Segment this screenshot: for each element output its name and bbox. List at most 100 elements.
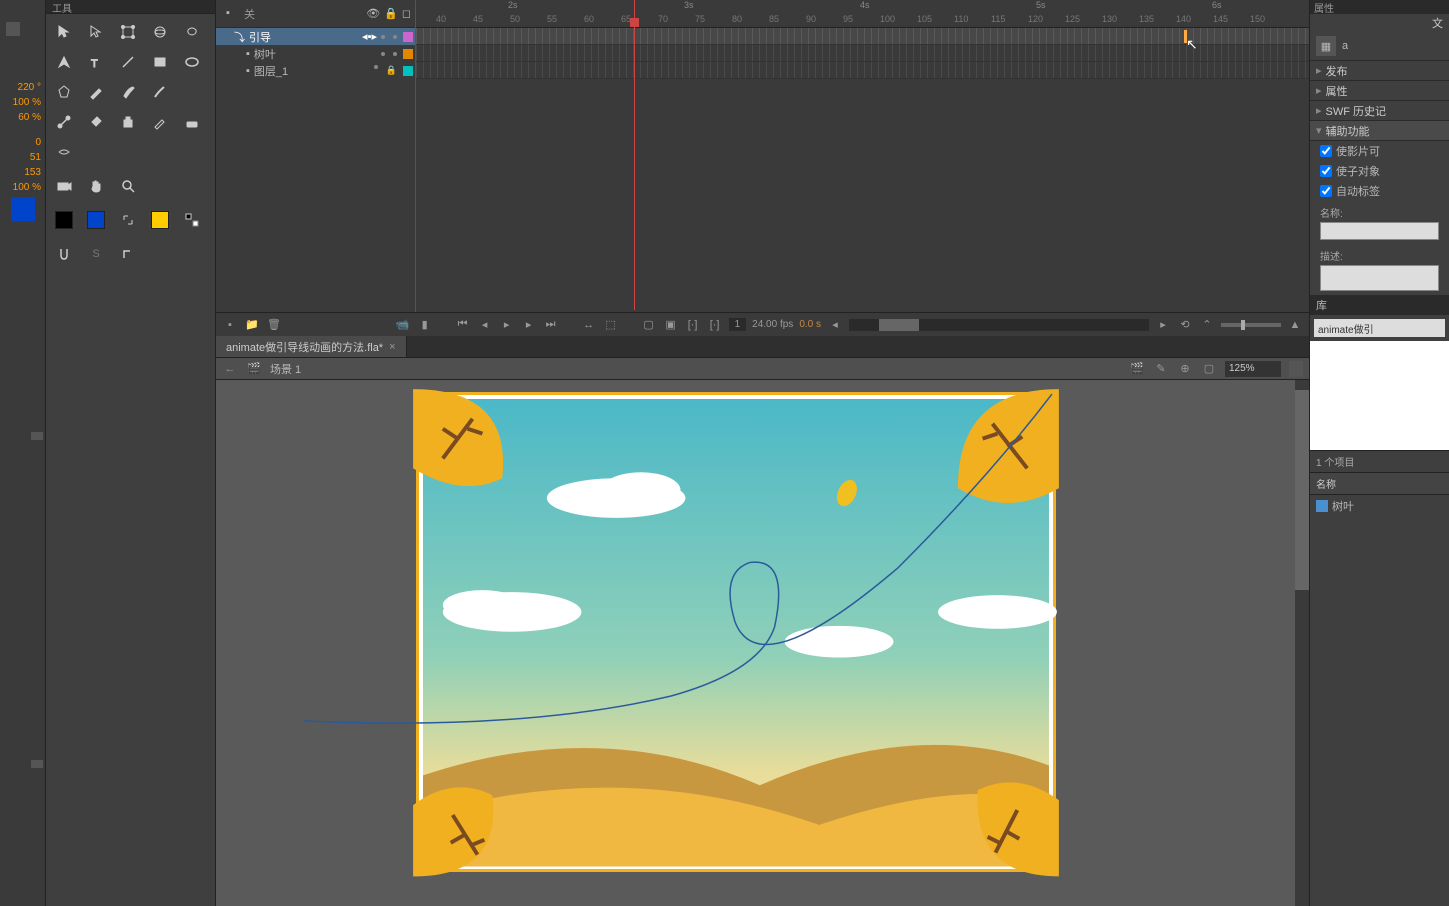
delete-layer-button[interactable]: 🗑 — [266, 317, 282, 333]
first-frame-button[interactable]: ⏮ — [455, 317, 471, 333]
close-tab-button[interactable]: × — [389, 341, 395, 353]
default-colors[interactable] — [148, 208, 172, 232]
bright-value[interactable]: 60 % — [0, 110, 45, 125]
zoom-timeline-icon[interactable]: ▲ — [1287, 317, 1303, 333]
lock-icon[interactable]: 🔒 — [384, 7, 398, 20]
scroll-left-button[interactable]: ◂ — [827, 317, 843, 333]
layer-arrows-icon[interactable]: ◂▪▸ — [362, 30, 377, 43]
bone-tool[interactable] — [52, 110, 76, 134]
frame-row[interactable] — [416, 45, 1309, 62]
loop-button[interactable]: ↔ — [581, 317, 597, 333]
selection-tool[interactable] — [52, 20, 76, 44]
accordion-publish[interactable]: ▸发布 — [1310, 61, 1449, 81]
paint-bucket-tool[interactable] — [84, 110, 108, 134]
snap-tool[interactable] — [52, 242, 76, 266]
edit-symbol-button[interactable]: ✎ — [1153, 361, 1169, 377]
b-value[interactable]: 153 — [0, 165, 45, 180]
modify-markers-button[interactable]: [·] — [707, 317, 723, 333]
center-stage-button[interactable]: ⊕ — [1177, 361, 1193, 377]
paint-brush-tool[interactable] — [148, 80, 172, 104]
frame-row[interactable] — [416, 62, 1309, 79]
library-tab[interactable]: 库 — [1310, 295, 1449, 315]
clip-content-button[interactable]: ▢ — [1201, 361, 1217, 377]
stroke-color[interactable] — [52, 208, 76, 232]
loop-playback-icon[interactable]: ⟲ — [1177, 317, 1193, 333]
r-value[interactable]: 0 — [0, 135, 45, 150]
zoom-fit-icon[interactable]: ⌃ — [1199, 317, 1215, 333]
name-field[interactable] — [1320, 222, 1439, 240]
lasso-tool[interactable] — [180, 20, 204, 44]
edit-multi-button[interactable]: ▣ — [663, 317, 679, 333]
brush-tool[interactable] — [116, 80, 140, 104]
timeline-scrollbar[interactable] — [849, 319, 1149, 331]
camera-tool[interactable] — [52, 174, 76, 198]
hue-value[interactable]: 220 ° — [0, 80, 45, 95]
current-frame[interactable]: 1 — [729, 318, 747, 331]
layer-keyframe-icon[interactable]: ▪ — [226, 7, 240, 21]
free-transform-tool[interactable] — [116, 20, 140, 44]
new-folder-button[interactable]: 📁 — [244, 317, 260, 333]
g-value[interactable]: 51 — [0, 150, 45, 165]
frame-row[interactable] — [416, 28, 1309, 45]
library-item[interactable]: 树叶 — [1310, 495, 1449, 517]
visibility-icon[interactable]: 👁 — [366, 7, 380, 20]
dropdown-icon[interactable] — [6, 22, 20, 36]
desc-field[interactable] — [1320, 265, 1439, 291]
layer-row-bg[interactable]: ▪ 图层_1 🔒 — [216, 62, 415, 79]
last-frame-button[interactable]: ⏭ — [543, 317, 559, 333]
oval-tool[interactable] — [180, 50, 204, 74]
ink-bottle-tool[interactable] — [116, 110, 140, 134]
accordion-swf-history[interactable]: ▸SWF 历史记 — [1310, 101, 1449, 121]
fill-color[interactable] — [84, 208, 108, 232]
sat-value[interactable]: 100 % — [0, 95, 45, 110]
rectangle-tool[interactable] — [148, 50, 172, 74]
zoom-tool[interactable] — [116, 174, 140, 198]
center-frame-button[interactable]: ▢ — [641, 317, 657, 333]
back-button[interactable]: ← — [222, 361, 238, 377]
eraser-tool[interactable] — [180, 110, 204, 134]
accordion-properties[interactable]: ▸属性 — [1310, 81, 1449, 101]
panel-menu-icon[interactable] — [31, 432, 43, 440]
time-ruler[interactable]: 2s 3s 4s 5s 6s 40 45 50 55 60 65 70 75 8… — [416, 0, 1309, 28]
zoom-dropdown[interactable] — [1289, 361, 1303, 377]
play-button[interactable]: ▸ — [499, 317, 515, 333]
outline-icon[interactable]: ◻ — [402, 7, 411, 20]
polystar-tool[interactable] — [52, 80, 76, 104]
color-preview[interactable] — [11, 197, 35, 221]
frames-area[interactable]: 2s 3s 4s 5s 6s 40 45 50 55 60 65 70 75 8… — [416, 0, 1309, 336]
layer-row-guide[interactable]: ⤵ 引导 ◂▪▸ — [216, 28, 415, 45]
library-file-dropdown[interactable]: animate做引 — [1314, 319, 1445, 337]
zoom-input[interactable]: 125% — [1225, 361, 1281, 377]
next-frame-button[interactable]: ▸ — [521, 317, 537, 333]
library-column-name[interactable]: 名称 — [1310, 473, 1449, 495]
pencil-tool[interactable] — [84, 80, 108, 104]
camera-button[interactable]: 📹 — [395, 317, 411, 333]
width-tool[interactable] — [52, 140, 76, 164]
document-tab[interactable]: animate做引导线动画的方法.fla* × — [216, 336, 407, 357]
eyedropper-tool[interactable] — [148, 110, 172, 134]
text-tool[interactable]: T — [84, 50, 108, 74]
canvas-area[interactable] — [216, 380, 1309, 906]
prev-frame-button[interactable]: ◂ — [477, 317, 493, 333]
pen-tool[interactable] — [52, 50, 76, 74]
new-layer-button[interactable]: ▪ — [222, 317, 238, 333]
panel-menu-icon-2[interactable] — [31, 760, 43, 768]
onion-skin-button[interactable]: ⬚ — [603, 317, 619, 333]
zoom-slider[interactable] — [1221, 323, 1281, 327]
hand-tool[interactable] — [84, 174, 108, 198]
edit-scene-button[interactable]: 🎬 — [1129, 361, 1145, 377]
accordion-accessibility[interactable]: ▾辅助功能 — [1310, 121, 1449, 141]
checkbox-movie-accessible[interactable]: 使影片可 — [1310, 141, 1449, 161]
no-color-icon[interactable] — [180, 208, 204, 232]
checkbox-children-accessible[interactable]: 使子对象 — [1310, 161, 1449, 181]
stage[interactable] — [416, 392, 1056, 872]
smooth-option-icon[interactable]: S — [84, 242, 108, 266]
straighten-option-icon[interactable] — [116, 242, 140, 266]
scroll-right-button[interactable]: ▸ — [1155, 317, 1171, 333]
3d-rotation-tool[interactable] — [148, 20, 172, 44]
scene-name[interactable]: 场景 1 — [270, 361, 301, 377]
canvas-scrollbar-v[interactable] — [1295, 380, 1309, 906]
frame-grid[interactable] — [416, 28, 1309, 79]
line-tool[interactable] — [116, 50, 140, 74]
checkbox-auto-label[interactable]: 自动标签 — [1310, 181, 1449, 201]
